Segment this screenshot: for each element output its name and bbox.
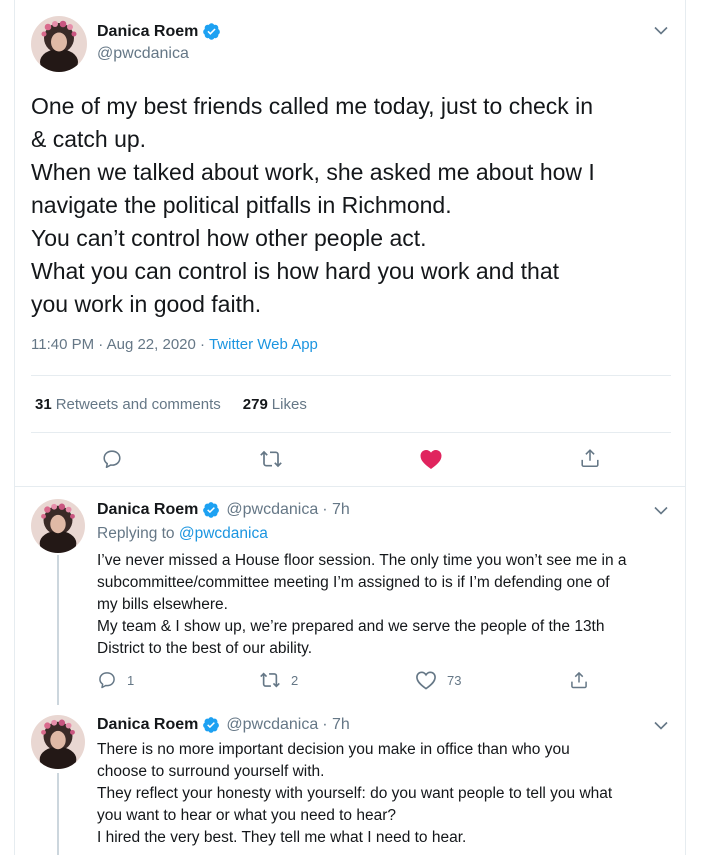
- reply-text-line: I hired the very best. They tell me what…: [97, 829, 467, 846]
- verified-badge-icon: [202, 501, 220, 519]
- comment-icon: [103, 450, 121, 469]
- tweet-age[interactable]: · 7h: [322, 716, 350, 734]
- retweet-icon: [260, 450, 282, 468]
- reply-text-line: you want to hear or what you need to hea…: [97, 807, 397, 824]
- replying-to-link[interactable]: @pwcdanica: [179, 525, 268, 542]
- author-handle[interactable]: @pwcdanica: [226, 716, 318, 734]
- like-count: 73: [447, 672, 462, 688]
- share-button[interactable]: [569, 670, 589, 690]
- tweet-text-line: You can’t control how other people act.: [31, 225, 427, 251]
- tweet-stats: 31 Retweets and comments 279 Likes: [35, 396, 307, 413]
- reply-text-line: There is no more important decision you …: [97, 741, 570, 758]
- chevron-down-icon[interactable]: [651, 20, 671, 40]
- meta-separator: ·: [98, 336, 107, 353]
- verified-badge-icon: [202, 22, 221, 41]
- tweet-text-line: & catch up.: [31, 126, 147, 152]
- retweet-button[interactable]: [259, 448, 283, 470]
- like-button[interactable]: [419, 448, 443, 470]
- divider: [31, 375, 671, 376]
- tweet-text-line: navigate the political pitfalls in Richm…: [31, 192, 452, 218]
- reply-tweet[interactable]: Danica Roem @pwcdanica · 7h There is no …: [15, 705, 685, 855]
- reply-count: 1: [127, 672, 135, 688]
- reply-text-line: They reflect your honesty with yourself:…: [97, 785, 613, 802]
- chevron-down-icon[interactable]: [651, 500, 671, 520]
- thread-line: [57, 555, 59, 705]
- reply-text: I’ve never missed a House floor session.…: [97, 550, 627, 660]
- replying-to: Replying to @pwcdanica: [97, 525, 268, 542]
- thread-line: [57, 773, 59, 855]
- retweets-stat[interactable]: 31 Retweets and comments: [35, 396, 221, 413]
- share-icon: [581, 449, 599, 468]
- reply-text-line: My team & I show up, we’re prepared and …: [97, 618, 605, 635]
- tweet-metadata: 11:40 PM · Aug 22, 2020 · Twitter Web Ap…: [31, 336, 318, 353]
- author-handle[interactable]: @pwcdanica: [226, 501, 318, 519]
- verified-badge-icon: [202, 716, 220, 734]
- meta-separator: ·: [200, 336, 209, 353]
- retweet-icon: [260, 672, 280, 688]
- divider: [31, 432, 671, 433]
- reply-button[interactable]: [101, 448, 123, 470]
- reply-text-line: choose to surround yourself with.: [97, 763, 325, 780]
- chevron-down-icon[interactable]: [651, 715, 671, 735]
- avatar[interactable]: [31, 499, 85, 553]
- avatar[interactable]: [31, 715, 85, 769]
- tweet-text-line: you work in good faith.: [31, 291, 262, 317]
- share-button[interactable]: [579, 447, 601, 469]
- author-name[interactable]: Danica Roem: [97, 23, 198, 41]
- tweet-text-line: What you can control is how hard you wor…: [31, 258, 560, 284]
- heart-filled-icon: [420, 450, 442, 469]
- retweet-button[interactable]: 2: [259, 670, 298, 690]
- share-icon: [571, 671, 587, 689]
- tweet-text-line: One of my best friends called me today, …: [31, 93, 594, 119]
- reply-text-line: subcommittee/committee meeting I’m assig…: [97, 574, 610, 591]
- reply-text-line: District to the best of our ability.: [97, 640, 313, 657]
- tweet-thread: Danica Roem @pwcdanica One of my best fr…: [14, 0, 686, 855]
- likes-stat[interactable]: 279 Likes: [243, 396, 307, 413]
- reply-text: There is no more important decision you …: [97, 739, 612, 849]
- comment-icon: [99, 672, 115, 689]
- tweet-age[interactable]: · 7h: [322, 501, 350, 519]
- reply-actions: 1 2 73: [97, 670, 657, 692]
- reply-text-line: I’ve never missed a House floor session.…: [97, 552, 627, 569]
- reply-text-line: my bills elsewhere.: [97, 596, 228, 613]
- tweet-source-link[interactable]: Twitter Web App: [209, 336, 318, 353]
- author-row: Danica Roem @pwcdanica · 7h: [97, 716, 350, 734]
- tweet-text-line: When we talked about work, she asked me …: [31, 159, 595, 185]
- tweet-time[interactable]: 11:40 PM: [31, 336, 94, 353]
- tweet-text: One of my best friends called me today, …: [31, 90, 681, 321]
- author-name[interactable]: Danica Roem: [97, 501, 198, 519]
- author-handle[interactable]: @pwcdanica: [97, 45, 189, 63]
- author-row: Danica Roem: [97, 22, 221, 41]
- reply-tweet[interactable]: Danica Roem @pwcdanica · 7h Replying to …: [15, 487, 685, 705]
- author-name[interactable]: Danica Roem: [97, 716, 198, 734]
- like-button[interactable]: 73: [415, 670, 461, 690]
- tweet-date[interactable]: Aug 22, 2020: [107, 336, 196, 353]
- avatar[interactable]: [31, 16, 87, 72]
- reply-button[interactable]: 1: [97, 670, 134, 690]
- main-tweet: Danica Roem @pwcdanica One of my best fr…: [15, 0, 685, 487]
- retweet-count: 2: [291, 672, 299, 688]
- author-row: Danica Roem @pwcdanica · 7h: [97, 501, 350, 519]
- heart-icon: [416, 671, 436, 690]
